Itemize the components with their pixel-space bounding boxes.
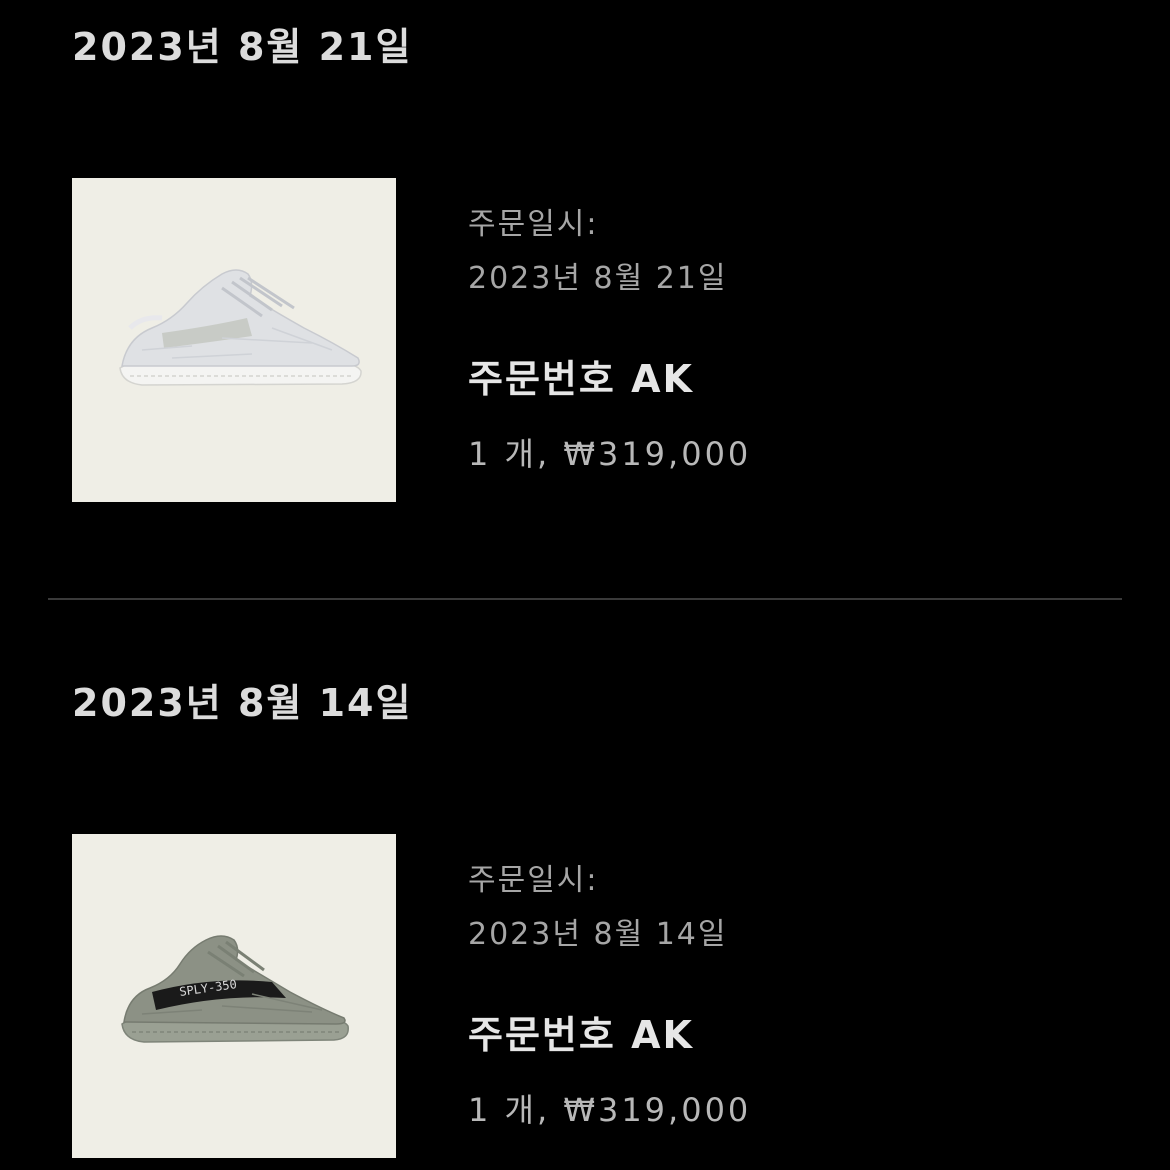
product-thumbnail[interactable]: SPLY-350 [72,834,396,1158]
order-date: 2023년 8월 14일 [468,917,728,952]
order-number[interactable]: 주문번호 AK [468,360,998,398]
order-group-date: 2023년 8월 14일 [72,681,413,725]
order-date-label: 주문일시: [468,863,599,898]
order-date: 2023년 8월 21일 [468,261,728,296]
quantity-price: 1 개, ₩319,000 [468,1091,752,1129]
order-number-value: AK [631,357,694,401]
redaction-mark [697,376,998,387]
order-divider [48,598,1122,600]
order-number[interactable]: 주문번호 AK [468,1016,998,1054]
redaction-mark [697,1032,998,1043]
quantity-price: 1 개, ₩319,000 [468,435,752,473]
order-date-label: 주문일시: [468,207,599,242]
order-group-date: 2023년 8월 21일 [72,25,413,69]
sneaker-grey-image: SPLY-350 [121,935,349,1043]
order-number-value: AK [631,1013,694,1057]
sneaker-white-image [119,269,362,386]
product-thumbnail[interactable] [72,178,396,502]
order-number-label: 주문번호 [468,1013,616,1057]
order-number-label: 주문번호 [468,357,616,401]
